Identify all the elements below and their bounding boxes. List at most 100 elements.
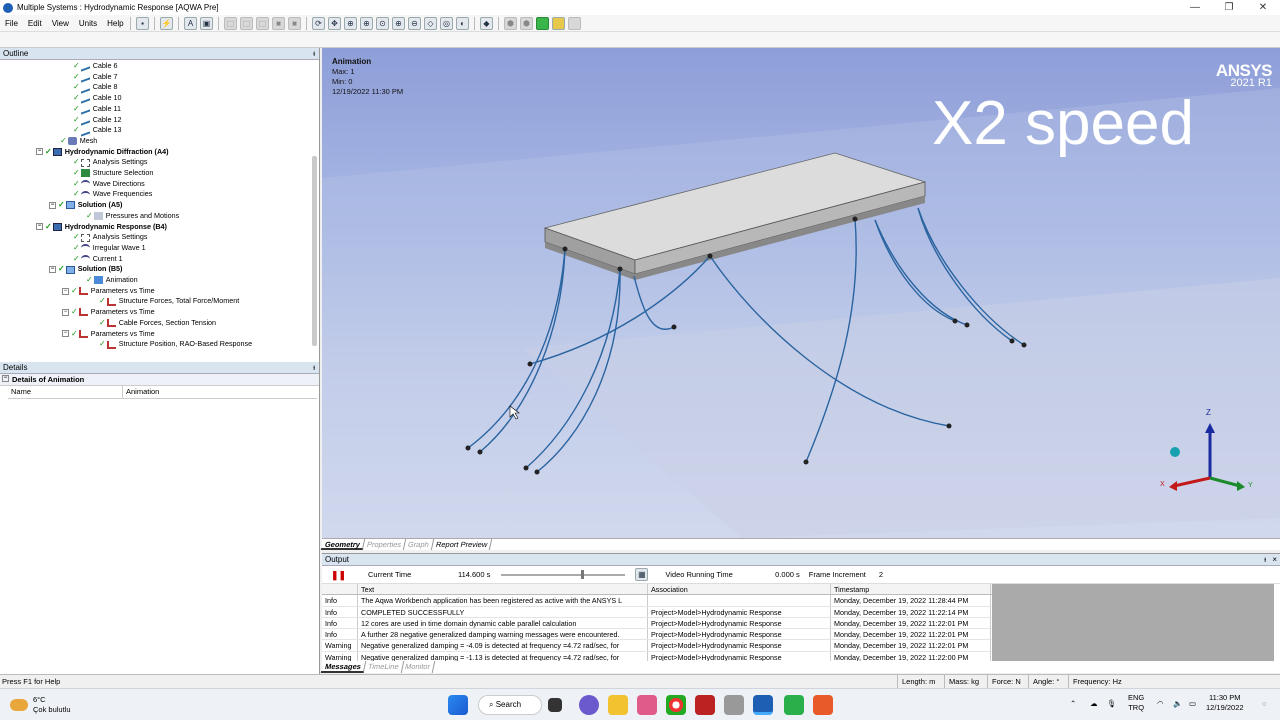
tree-node[interactable]: − ✓ Solution (A5) bbox=[49, 200, 122, 211]
tree-node[interactable]: − ✓ Hydrodynamic Diffraction (A4) bbox=[36, 147, 169, 158]
outline-scrollbar[interactable] bbox=[312, 156, 317, 346]
tree-node[interactable]: ✓ Structure Position, RAO-Based Response bbox=[99, 339, 252, 350]
solve-icon[interactable]: ⚡ bbox=[160, 17, 173, 30]
collapse-icon[interactable]: − bbox=[2, 375, 9, 382]
select-face-icon[interactable]: ⬚ bbox=[240, 17, 253, 30]
snip-tool-icon[interactable] bbox=[637, 695, 657, 715]
tab-monitor[interactable]: Monitor bbox=[401, 661, 436, 673]
menu-help[interactable]: Help bbox=[102, 19, 128, 28]
tab-geometry[interactable]: Geometry bbox=[320, 539, 366, 550]
tree-node[interactable]: ✓ Wave Frequencies bbox=[73, 189, 152, 200]
tree-node[interactable]: − ✓ Parameters vs Time bbox=[62, 286, 155, 297]
table-row[interactable]: Info 12 cores are used in time domain dyn… bbox=[322, 617, 992, 630]
collapse-icon[interactable]: − bbox=[62, 287, 69, 295]
tree-node[interactable]: ✓ Wave Directions bbox=[73, 179, 145, 190]
tab-graph[interactable]: Graph bbox=[404, 539, 435, 550]
tree-node[interactable]: ✓ Cable 11 bbox=[73, 103, 121, 115]
notification-icon[interactable]: ◌ bbox=[1262, 699, 1266, 709]
zoom-out-icon[interactable]: ⊖ bbox=[408, 17, 421, 30]
tree-node[interactable]: − ✓ Parameters vs Time bbox=[62, 307, 155, 318]
pin-icon[interactable]: ᵻ bbox=[313, 362, 315, 374]
hexagon-icon[interactable]: ⬢ bbox=[520, 17, 533, 30]
minimize-icon[interactable]: — bbox=[1178, 2, 1212, 13]
close-icon[interactable]: × bbox=[1272, 554, 1277, 566]
zoom-fit-icon[interactable]: ⊙ bbox=[376, 17, 389, 30]
section-icon[interactable] bbox=[552, 17, 565, 30]
mic-icon[interactable]: 🎙 bbox=[1107, 699, 1117, 709]
tree-node[interactable]: ✓ Animation bbox=[86, 275, 138, 286]
file-explorer-icon[interactable] bbox=[608, 695, 628, 715]
tree-node[interactable]: − ✓ Parameters vs Time bbox=[62, 329, 155, 340]
current-time-field[interactable]: 114.600 s bbox=[441, 569, 492, 580]
solidworks-icon[interactable] bbox=[695, 695, 715, 715]
select-icon[interactable]: ⬚ bbox=[224, 17, 237, 30]
details-row[interactable]: Name Animation bbox=[8, 386, 317, 399]
collapse-icon[interactable]: − bbox=[62, 308, 69, 316]
recorder-icon[interactable] bbox=[813, 695, 833, 715]
table-row[interactable]: Info The Aqwa Workbench application has b… bbox=[322, 595, 992, 607]
aqwa-icon[interactable] bbox=[753, 695, 773, 715]
pin-icon[interactable]: ᵻ bbox=[313, 48, 315, 60]
task-view-icon[interactable] bbox=[548, 698, 562, 712]
tab-properties[interactable]: Properties bbox=[362, 539, 407, 550]
grid-icon[interactable] bbox=[568, 17, 581, 30]
magnifier-icon[interactable]: ◎ bbox=[440, 17, 453, 30]
box-zoom-icon[interactable]: ⊕ bbox=[360, 17, 373, 30]
tree-node[interactable]: ✓ Cable 7 bbox=[73, 71, 117, 83]
collapse-icon[interactable]: − bbox=[36, 223, 43, 231]
onedrive-icon[interactable]: ☁ bbox=[1090, 699, 1098, 709]
tree-node[interactable]: ✓ Cable 6 bbox=[73, 60, 117, 72]
battery-icon[interactable]: ▭ bbox=[1189, 699, 1196, 709]
select-body-icon[interactable]: ■ bbox=[272, 17, 285, 30]
rotate-icon[interactable]: ⟳ bbox=[312, 17, 325, 30]
frame-increment-field[interactable]: 2 bbox=[877, 569, 898, 580]
zoom-icon[interactable]: ⊕ bbox=[344, 17, 357, 30]
collapse-icon[interactable]: − bbox=[62, 330, 69, 338]
save-icon[interactable]: ▪ bbox=[136, 17, 149, 30]
taskbar-search[interactable]: ⌕ Search bbox=[478, 695, 542, 715]
details-value[interactable]: Animation bbox=[123, 386, 159, 398]
graphics-viewport[interactable]: Animation Max: 1 Min: 0 12/19/2022 11:30… bbox=[322, 48, 1280, 538]
tree-node[interactable]: − ✓ Solution (B5) bbox=[49, 264, 122, 275]
time-slider-thumb[interactable] bbox=[580, 569, 584, 579]
chevron-up-icon[interactable]: ⌃ bbox=[1070, 699, 1076, 709]
tree-node[interactable]: ✓ Current 1 bbox=[73, 254, 123, 265]
view-options-icon[interactable]: ◐ bbox=[456, 17, 469, 30]
table-row[interactable]: Info COMPLETED SUCCESSFULLY Project>Model>… bbox=[322, 606, 992, 618]
tree-node[interactable]: ✓ Irregular Wave 1 bbox=[73, 243, 146, 254]
table-row[interactable]: Info A further 28 negative generalized da… bbox=[322, 629, 992, 641]
close-icon[interactable]: ✕ bbox=[1246, 2, 1280, 13]
iso-view-icon[interactable]: ◇ bbox=[424, 17, 437, 30]
menu-edit[interactable]: Edit bbox=[23, 19, 47, 28]
tree-node[interactable]: − ✓ Hydrodynamic Response (B4) bbox=[36, 222, 167, 233]
language-indicator[interactable]: ENG TRQ bbox=[1128, 693, 1144, 713]
collapse-icon[interactable]: − bbox=[49, 266, 56, 274]
tree-node[interactable]: ✓ Cable 12 bbox=[73, 114, 121, 126]
chrome-icon[interactable] bbox=[666, 695, 686, 715]
display-style-icon[interactable]: ◆ bbox=[480, 17, 493, 30]
tree-node[interactable]: ✓ Mesh bbox=[60, 136, 97, 147]
teams-icon[interactable] bbox=[579, 695, 599, 715]
maximize-icon[interactable]: ❐ bbox=[1212, 2, 1246, 13]
tree-node[interactable]: ✓ Structure Selection bbox=[73, 168, 153, 179]
tree-node[interactable]: ✓ Pressures and Motions bbox=[86, 211, 179, 222]
weather-widget[interactable]: 6°C Çok bulutlu bbox=[10, 695, 71, 715]
pause-icon[interactable]: ❚❚ bbox=[331, 569, 346, 581]
tree-node[interactable]: ✓ Structure Forces, Total Force/Moment bbox=[99, 296, 239, 307]
tree-node[interactable]: ✓ Cable Forces, Section Tension bbox=[99, 318, 216, 329]
time-slider[interactable] bbox=[501, 569, 626, 579]
start-icon[interactable] bbox=[448, 695, 468, 715]
tree-node[interactable]: ✓ Cable 8 bbox=[73, 82, 117, 94]
details-group[interactable]: − Details of Animation bbox=[0, 374, 319, 386]
annotation-icon[interactable]: A bbox=[184, 17, 197, 30]
zoom-in-icon[interactable]: ⊕ bbox=[392, 17, 405, 30]
green-box-icon[interactable] bbox=[536, 17, 549, 30]
workbench-icon[interactable] bbox=[724, 695, 744, 715]
hexagon-icon[interactable]: ⬢ bbox=[504, 17, 517, 30]
tree-node[interactable]: ✓ Cable 13 bbox=[73, 124, 121, 137]
tab-timeline[interactable]: TimeLine bbox=[363, 661, 404, 673]
tree-node[interactable]: ✓ Analysis Settings bbox=[73, 232, 147, 243]
tree-node[interactable]: ✓ Cable 10 bbox=[73, 92, 121, 105]
table-row[interactable]: Warning Negative generalized damping = -4… bbox=[322, 640, 992, 652]
select-mode-icon[interactable]: ■ bbox=[288, 17, 301, 30]
